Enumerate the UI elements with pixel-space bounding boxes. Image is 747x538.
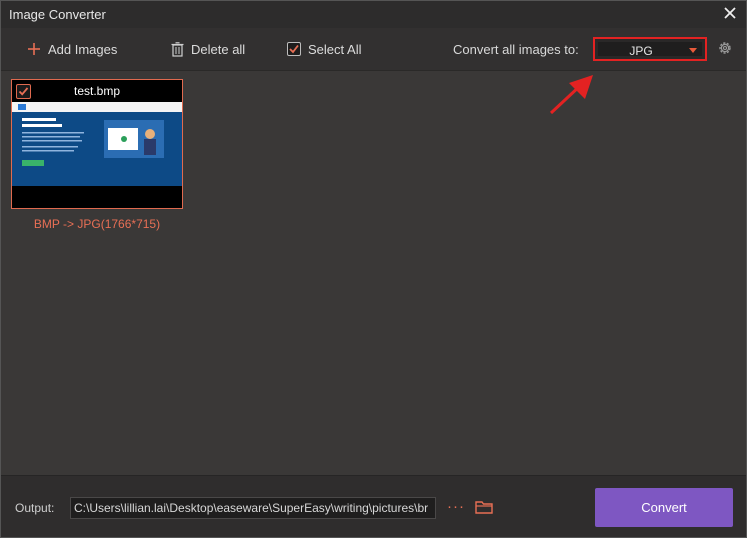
output-label: Output:	[15, 501, 55, 515]
select-all-label: Select All	[308, 41, 362, 57]
image-preview-graphic	[12, 102, 182, 186]
thumbnail-footer	[12, 186, 182, 208]
trash-icon	[171, 41, 184, 57]
add-images-label: Add Images	[48, 41, 118, 57]
image-conversion-caption: BMP -> JPG(1766*715)	[33, 217, 161, 231]
image-converter-window: Image Converter Add Images Delete all Se…	[0, 0, 747, 538]
folder-icon[interactable]	[475, 499, 493, 515]
title-bar: Image Converter	[1, 1, 746, 28]
gear-icon[interactable]	[717, 40, 733, 56]
add-images-button[interactable]: Add Images	[27, 41, 117, 57]
plus-icon	[28, 43, 40, 55]
output-path-field[interactable]: C:\Users\lillian.lai\Desktop\easeware\Su…	[70, 497, 436, 519]
more-options-button[interactable]: ···	[447, 498, 465, 515]
image-preview	[12, 102, 182, 186]
image-thumbnail-card[interactable]: test.bmp	[11, 79, 183, 209]
image-list-area: test.bmp BMP -> JPG(1766*715)	[1, 71, 746, 475]
image-file-name: test.bmp	[73, 84, 121, 98]
convert-button[interactable]: Convert	[595, 488, 733, 527]
format-dropdown[interactable]: JPG	[593, 37, 707, 61]
caret-down-icon	[689, 48, 697, 53]
delete-all-button[interactable]: Delete all	[171, 41, 245, 57]
thumbnail-header: test.bmp	[12, 80, 182, 102]
red-arrow-annotation	[549, 75, 593, 115]
checkbox-checked-icon	[287, 42, 301, 56]
convert-all-label: Convert all images to:	[453, 42, 579, 57]
close-icon[interactable]	[722, 5, 738, 21]
delete-all-label: Delete all	[191, 41, 246, 57]
format-dropdown-value: JPG	[629, 44, 653, 58]
footer-bar: Output: C:\Users\lillian.lai\Desktop\eas…	[1, 475, 746, 537]
window-title: Image Converter	[9, 7, 106, 22]
select-all-checkbox[interactable]: Select All	[287, 41, 361, 57]
format-dropdown-field: JPG	[598, 42, 702, 58]
toolbar: Add Images Delete all Select All Convert…	[1, 28, 746, 71]
